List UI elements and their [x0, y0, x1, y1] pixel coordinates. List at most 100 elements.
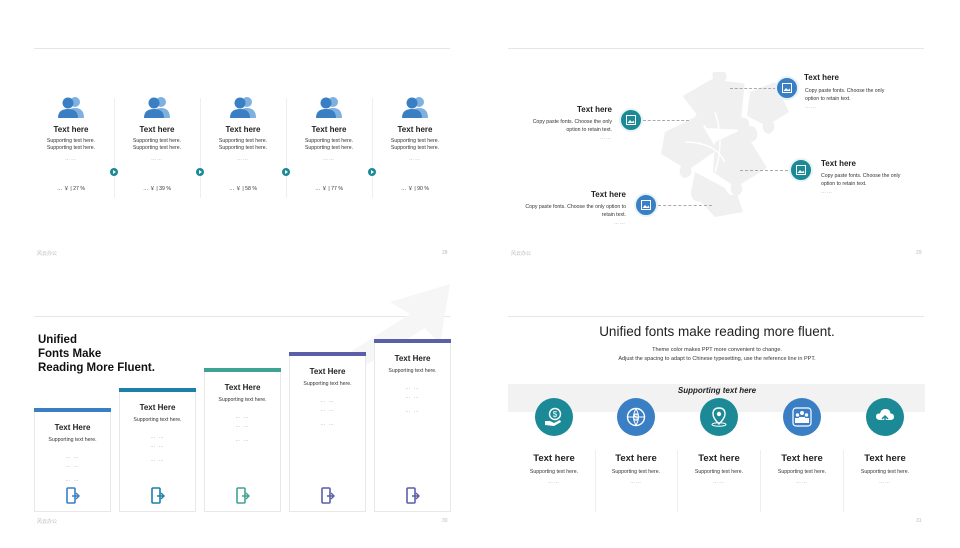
play-arrow-icon[interactable]	[368, 168, 376, 176]
item-title: Text here	[864, 453, 906, 464]
page-number: 28	[442, 250, 448, 256]
connector-line	[658, 205, 712, 206]
item-text: Supporting text here.	[46, 145, 96, 151]
item-text: option to retain text.	[805, 96, 851, 102]
slide-title: Unified fonts make reading more fluent.	[599, 324, 835, 339]
item-text: Supporting text here.	[860, 469, 910, 475]
step-dots: … …	[235, 437, 250, 443]
slide-subtitle: Theme color makes PPT more convenient to…	[652, 347, 782, 353]
item-title: Text here	[615, 453, 657, 464]
step-dots: … …	[405, 385, 420, 391]
item-title: Text here	[53, 125, 89, 134]
step-title: Text Here	[54, 423, 91, 432]
slide-31[interactable]: Unified fonts make reading more fluent. …	[490, 280, 960, 544]
item-text: Supporting text here.	[390, 145, 440, 151]
item-dots: ……	[548, 479, 560, 485]
item-dots: ……	[614, 220, 626, 226]
item-title: Text here	[591, 190, 626, 199]
step-title: Text Here	[224, 383, 261, 392]
item-dots: ……	[805, 104, 817, 110]
step-text: Supporting text here.	[303, 381, 352, 387]
step-column[interactable]: Text Here Supporting text here. … … … … … …	[204, 368, 281, 512]
dollar-globe-icon: $	[617, 398, 655, 436]
item-stat: … ￥ | 58 %	[229, 186, 257, 192]
play-arrow-icon[interactable]	[196, 168, 204, 176]
map-pin-icon	[700, 398, 738, 436]
item-stat: … ￥ | 90 %	[401, 186, 429, 192]
item-title: Text here	[139, 125, 175, 134]
image-icon	[775, 76, 799, 100]
step-column[interactable]: Text Here Supporting text here. … … … … … …	[34, 408, 111, 512]
footer-brand: 风云办公	[37, 519, 58, 525]
step-text: Supporting text here.	[48, 437, 97, 443]
item-dots: ……	[600, 135, 612, 141]
heading-line: Fonts Make	[38, 348, 102, 360]
column-divider	[843, 450, 844, 512]
slide-30[interactable]: Unified Fonts Make Reading More Fluent. …	[0, 280, 470, 544]
slide-grid: Text here Supporting text here. Supporting…	[0, 0, 960, 548]
column-divider	[677, 450, 678, 512]
item-dots: ……	[821, 189, 833, 195]
step-dots: … …	[320, 421, 335, 427]
mobile-transfer-icon	[66, 487, 80, 504]
item-title: Text here	[225, 125, 261, 134]
mobile-transfer-icon	[406, 487, 420, 504]
play-arrow-icon[interactable]	[282, 168, 290, 176]
user-group-icon	[58, 96, 84, 123]
mobile-transfer-icon	[236, 487, 250, 504]
top-rule	[508, 316, 924, 317]
step-dots: … …	[150, 434, 165, 440]
item-text: Copy paste fonts. Choose the only	[532, 119, 612, 125]
step-column[interactable]: Text Here Supporting text here. … … … … … …	[289, 352, 366, 512]
play-arrow-icon[interactable]	[110, 168, 118, 176]
column-divider	[114, 98, 115, 198]
step-dots: … …	[65, 463, 80, 469]
item-title: Text here	[821, 159, 856, 168]
item-dots: ……	[237, 156, 249, 162]
item-title: Text here	[781, 453, 823, 464]
item-text: Supporting text here.	[304, 145, 354, 151]
step-text: Supporting text here.	[388, 368, 437, 374]
user-group-icon	[230, 96, 256, 123]
column-divider	[372, 98, 373, 198]
item-text: option to retain text.	[566, 127, 612, 133]
item-dots: ……	[630, 479, 642, 485]
step-dots: … …	[405, 408, 420, 414]
image-icon	[634, 193, 658, 217]
money-hand-icon: $	[535, 398, 573, 436]
item-text: Supporting text here.	[777, 469, 827, 475]
item-text: Supporting text here.	[529, 469, 579, 475]
item-text: Supporting text here.	[694, 469, 744, 475]
item-stat: … ￥ | 27 %	[57, 186, 85, 192]
cloud-upload-icon	[866, 398, 904, 436]
top-rule	[34, 48, 450, 49]
column-divider	[760, 450, 761, 512]
item-dots: ……	[879, 479, 891, 485]
step-column[interactable]: Text Here Supporting text here. … … … … … …	[119, 388, 196, 512]
image-icon	[789, 158, 813, 182]
step-dots: … …	[65, 454, 80, 460]
step-dots: … …	[150, 457, 165, 463]
step-color-bar	[119, 388, 196, 392]
puzzle-illustration	[661, 72, 789, 217]
step-text: Supporting text here.	[218, 397, 267, 403]
item-title: Text here	[397, 125, 433, 134]
image-icon	[619, 108, 643, 132]
connector-line	[730, 88, 776, 89]
step-dots: … …	[405, 394, 420, 400]
footer-brand: 风云办公	[511, 251, 532, 257]
heading-line: Unified	[38, 334, 77, 346]
step-column[interactable]: Text Here Supporting text here. … … … … … …	[374, 339, 451, 512]
step-dots: … …	[235, 423, 250, 429]
step-text: Supporting text here.	[133, 417, 182, 423]
step-dots: … …	[150, 443, 165, 449]
item-text: option to retain text.	[821, 181, 867, 187]
heading-line: Reading More Fluent.	[38, 362, 155, 374]
mobile-transfer-icon	[151, 487, 165, 504]
step-dots: … …	[320, 407, 335, 413]
slide-28[interactable]: Text here Supporting text here. Supporting…	[0, 0, 470, 264]
slide-29[interactable]: Text here Copy paste fonts. Choose the o…	[490, 0, 960, 264]
item-text: Supporting text here.	[218, 145, 268, 151]
item-dots: ……	[151, 156, 163, 162]
item-title: Text here	[804, 73, 839, 82]
